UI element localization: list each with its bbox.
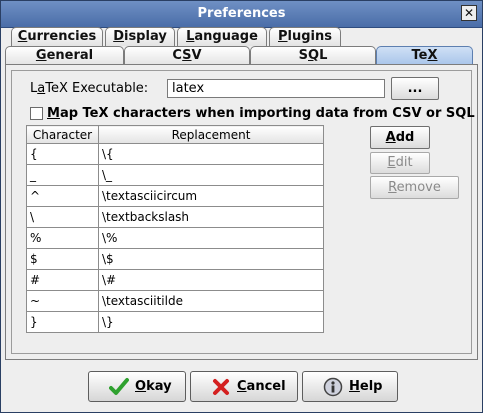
close-icon[interactable]: ✕ bbox=[461, 5, 477, 21]
button-label: emove bbox=[396, 180, 441, 195]
table-row[interactable]: \ \textbackslash bbox=[26, 206, 324, 228]
column-header-replacement[interactable]: Replacement bbox=[98, 125, 324, 144]
button-mnemonic: O bbox=[135, 379, 147, 394]
cancel-button[interactable]: Cancel bbox=[190, 371, 298, 402]
table-row[interactable]: ^ \textasciicircum bbox=[26, 185, 324, 207]
latex-executable-label: LaTeX Executable: bbox=[30, 81, 148, 96]
table-row[interactable]: # \# bbox=[26, 269, 324, 291]
table-row[interactable]: _ \_ bbox=[26, 164, 324, 186]
tab-label: L bbox=[319, 48, 328, 63]
tab-label-pre: Te bbox=[411, 48, 428, 63]
label-text: ap TeX characters when importing data fr… bbox=[59, 106, 475, 121]
tab-plugins[interactable]: Plugins bbox=[269, 27, 341, 46]
cell-character[interactable]: ~ bbox=[26, 290, 99, 312]
button-label: dd bbox=[395, 130, 415, 145]
tab-label: lugins bbox=[287, 29, 332, 44]
title-bar[interactable]: Preferences ✕ bbox=[1, 1, 482, 28]
cell-character[interactable]: $ bbox=[26, 248, 99, 270]
x-icon bbox=[213, 379, 229, 395]
tab-currencies[interactable]: Currencies bbox=[11, 27, 103, 46]
tab-general[interactable]: General bbox=[5, 46, 124, 65]
cell-character[interactable]: ^ bbox=[26, 185, 99, 207]
help-button[interactable]: Help bbox=[302, 371, 398, 402]
button-mnemonic: H bbox=[349, 379, 360, 394]
help-icon bbox=[323, 377, 343, 397]
table-row[interactable]: % \% bbox=[26, 227, 324, 249]
button-label: kay bbox=[146, 379, 172, 394]
tab-tex[interactable]: TeX bbox=[376, 46, 473, 65]
browse-button[interactable]: ... bbox=[391, 77, 439, 100]
tab-label: urrencies bbox=[27, 29, 97, 44]
table-row[interactable]: } \} bbox=[26, 311, 324, 333]
tab-label: anguage bbox=[194, 29, 258, 44]
tab-language[interactable]: Language bbox=[177, 27, 267, 46]
label-text: TeX Executable: bbox=[45, 81, 149, 96]
tab-label-mnemonic: D bbox=[113, 29, 124, 44]
tab-display[interactable]: Display bbox=[105, 27, 175, 46]
tab-label: eneral bbox=[46, 48, 94, 63]
edit-button[interactable]: Edit bbox=[370, 152, 430, 174]
tab-label-pre: C bbox=[172, 48, 183, 63]
tab-sql[interactable]: SQL bbox=[250, 46, 376, 65]
cell-character[interactable]: \ bbox=[26, 206, 99, 228]
tex-mapping-table: Character Replacement {\{ _ \_ ^ \textasci… bbox=[26, 125, 324, 333]
add-button[interactable]: Add bbox=[370, 126, 430, 149]
cell-replacement[interactable]: \# bbox=[98, 269, 324, 291]
button-label: dit bbox=[395, 155, 413, 170]
cell-replacement[interactable]: \textasciicircum bbox=[98, 185, 324, 207]
window-title: Preferences bbox=[197, 6, 286, 21]
cell-replacement[interactable]: \textasciitilde bbox=[98, 290, 324, 312]
button-mnemonic: C bbox=[237, 379, 247, 394]
tab-label-mnemonic: X bbox=[427, 48, 438, 63]
tab-label-pre: S bbox=[298, 48, 308, 63]
cell-replacement[interactable]: \_ bbox=[98, 164, 324, 186]
table-header-row: Character Replacement bbox=[26, 125, 324, 144]
tab-label-mnemonic: Q bbox=[308, 48, 320, 63]
preferences-window: Preferences ✕ Currencies Display Languag… bbox=[0, 0, 483, 413]
cell-replacement[interactable]: \textbackslash bbox=[98, 206, 324, 228]
cell-replacement[interactable]: \% bbox=[98, 227, 324, 249]
tab-label-mnemonic: P bbox=[278, 29, 288, 44]
cell-replacement[interactable]: \} bbox=[98, 311, 324, 333]
remove-button[interactable]: Remove bbox=[370, 176, 459, 199]
column-header-character[interactable]: Character bbox=[26, 125, 99, 144]
label-mnemonic: M bbox=[47, 106, 60, 121]
tab-label-mnemonic: G bbox=[35, 48, 47, 63]
tab-label: isplay bbox=[123, 29, 167, 44]
table-row[interactable]: {\{ bbox=[26, 143, 324, 165]
tab-label-mnemonic: S bbox=[182, 48, 192, 63]
button-label: ancel bbox=[246, 379, 286, 394]
table-row[interactable]: $ \$ bbox=[26, 248, 324, 270]
tab-label: V bbox=[191, 48, 202, 63]
tab-label-mnemonic: C bbox=[17, 29, 28, 44]
cell-character[interactable]: } bbox=[26, 311, 99, 333]
tab-csv[interactable]: CSV bbox=[124, 46, 250, 65]
check-icon bbox=[109, 378, 129, 395]
cell-character[interactable]: % bbox=[26, 227, 99, 249]
button-mnemonic: E bbox=[387, 155, 396, 170]
cell-replacement[interactable]: \$ bbox=[98, 248, 324, 270]
cell-replacement[interactable]: \{ bbox=[98, 143, 324, 165]
okay-button[interactable]: Okay bbox=[88, 371, 186, 402]
button-label: elp bbox=[359, 379, 383, 394]
map-tex-checkbox[interactable] bbox=[30, 107, 43, 120]
cell-character[interactable]: _ bbox=[26, 164, 99, 186]
table-row[interactable]: ~ \textasciitilde bbox=[26, 290, 324, 312]
button-mnemonic: R bbox=[388, 180, 397, 195]
latex-executable-field[interactable]: latex bbox=[167, 79, 385, 98]
cell-character[interactable]: # bbox=[26, 269, 99, 291]
cell-character[interactable]: { bbox=[26, 143, 99, 165]
button-mnemonic: A bbox=[385, 130, 396, 145]
map-tex-label: Map TeX characters when importing data f… bbox=[47, 106, 475, 121]
